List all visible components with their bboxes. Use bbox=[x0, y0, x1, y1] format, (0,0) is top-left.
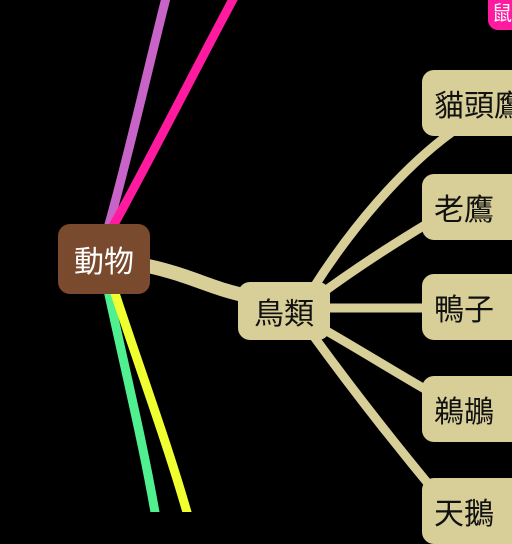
leaf-node-owl[interactable]: 貓頭鷹 bbox=[422, 70, 512, 136]
root-node-animals[interactable]: 動物 bbox=[58, 224, 150, 294]
leaf-node-duck[interactable]: 鴨子 bbox=[422, 274, 512, 340]
leaf-node-label: 天鵝 bbox=[434, 497, 494, 532]
leaf-node-label: 鴨子 bbox=[434, 293, 494, 328]
leaf-node-eagle[interactable]: 老鷹 bbox=[422, 174, 512, 240]
leaf-node-label: 鵜鶘 bbox=[434, 395, 494, 430]
branch-node-birds[interactable]: 鳥類 bbox=[238, 282, 330, 340]
link-root-up-violet bbox=[103, 0, 171, 233]
link-root-branch bbox=[141, 259, 255, 303]
offscreen-node[interactable]: 鼠 bbox=[488, 0, 512, 30]
leaf-node-label: 貓頭鷹 bbox=[434, 89, 512, 124]
offscreen-node-label: 鼠 bbox=[492, 1, 512, 25]
link-root-up-magenta bbox=[107, 0, 238, 233]
branch-node-label: 鳥類 bbox=[254, 297, 314, 332]
leaf-node-label: 老鷹 bbox=[434, 193, 494, 228]
leaf-node-swan[interactable]: 天鵝 bbox=[422, 478, 512, 544]
root-node-label: 動物 bbox=[74, 245, 134, 280]
leaf-node-pelican[interactable]: 鵜鶘 bbox=[422, 376, 512, 442]
